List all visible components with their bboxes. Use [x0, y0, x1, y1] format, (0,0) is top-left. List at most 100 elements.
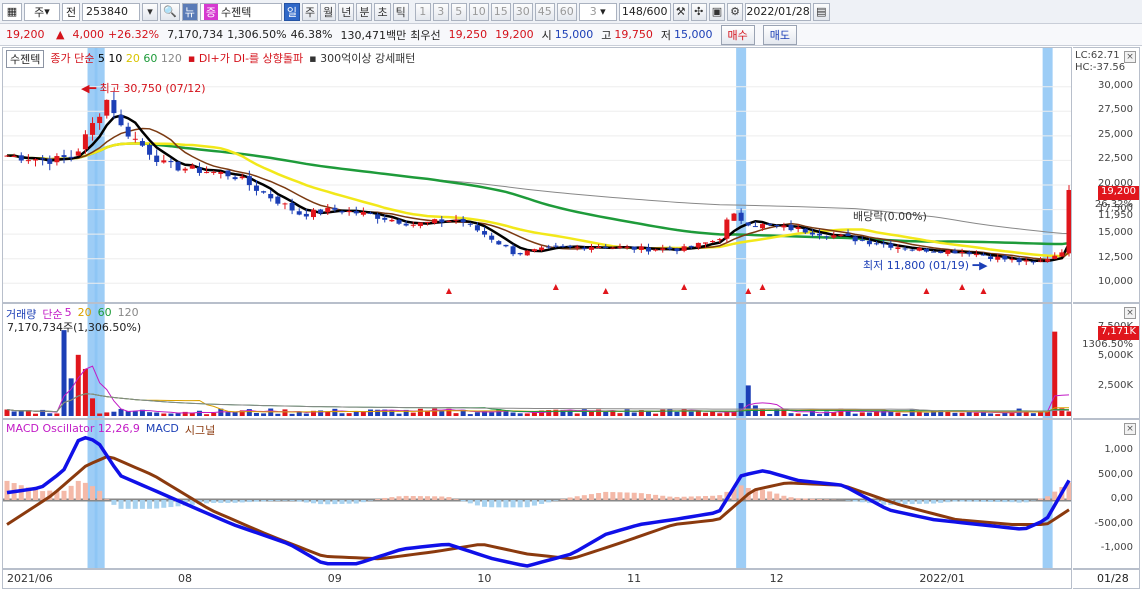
- price-change-pct: +26.32%: [107, 28, 160, 41]
- crosshair-icon[interactable]: ✣: [690, 2, 707, 21]
- macd-osc-bar: [318, 500, 324, 505]
- candle-body: [731, 213, 737, 221]
- candle-body: [931, 251, 937, 253]
- stock-list-icon[interactable]: 뉴: [181, 2, 198, 21]
- volume-bar: [923, 412, 929, 416]
- macd-osc-bar: [638, 493, 644, 500]
- trade-amount: 130,471백만: [340, 28, 407, 42]
- macd-osc-bar: [104, 499, 110, 500]
- candle-body: [745, 222, 751, 226]
- macd-tick-2: 0,00: [1110, 493, 1133, 504]
- macd-osc-bar: [289, 500, 295, 501]
- volume-panel-close-icon[interactable]: ×: [1124, 307, 1136, 319]
- candle-body: [196, 167, 202, 173]
- prev-price-tick: 11,950: [1098, 209, 1133, 221]
- volume-bar: [47, 413, 53, 416]
- candle-body: [1016, 258, 1022, 263]
- macd-chart-panel[interactable]: MACD Oscillator 12,26,9 MACD 시그널: [2, 419, 1072, 569]
- interval-3[interactable]: 3: [432, 2, 449, 21]
- vol-tick-1: 2,500K: [1097, 379, 1133, 391]
- candle-body: [253, 185, 259, 191]
- save-icon[interactable]: ▣: [708, 2, 726, 21]
- interval-30[interactable]: 30: [512, 2, 533, 21]
- macd-osc-bar: [702, 496, 708, 500]
- ask-price: 19,250: [448, 28, 488, 41]
- last-volume-pct: 1306.50%: [1082, 338, 1133, 350]
- period-tab-minute[interactable]: 분: [356, 2, 373, 21]
- sell-button[interactable]: 매도: [762, 24, 797, 45]
- macd-osc-bar: [68, 485, 74, 500]
- chart-settings-icon[interactable]: ⚒: [672, 2, 689, 21]
- volume-bar: [4, 409, 10, 416]
- candle-body: [588, 247, 594, 250]
- vol-highlight-band-2: [736, 304, 747, 418]
- chart-title[interactable]: 수젠텍: [6, 50, 45, 68]
- candle-body: [474, 225, 480, 231]
- candle-body: [204, 172, 210, 174]
- period-tab-day[interactable]: 일: [283, 2, 300, 21]
- candle-body: [168, 161, 174, 163]
- macd-osc-bar: [360, 500, 366, 503]
- search-icon[interactable]: 🔍: [160, 2, 180, 21]
- interval-5[interactable]: 5: [450, 2, 467, 21]
- gear-icon[interactable]: ⚙: [727, 2, 744, 21]
- candle-body: [232, 177, 238, 180]
- candle-body: [695, 242, 701, 248]
- macd-osc-bar: [310, 500, 316, 504]
- prev-button[interactable]: 전: [62, 2, 80, 21]
- candle-body: [54, 156, 60, 163]
- volume-bar: [895, 412, 901, 416]
- interval-45[interactable]: 45: [534, 2, 555, 21]
- candle-body: [524, 250, 530, 256]
- volume-chart-panel[interactable]: 거래량 단순 5 20 60 120 7,170,734주(1,306.50%): [2, 303, 1072, 419]
- macd-osc-bar: [945, 500, 951, 503]
- interval-1[interactable]: 1: [414, 2, 431, 21]
- macd-osc-bar: [852, 500, 858, 502]
- volume-bar: [831, 412, 837, 416]
- macd-osc-bar: [574, 496, 580, 500]
- macd-osc-bar: [253, 500, 259, 502]
- macd-panel-close-icon[interactable]: ×: [1124, 423, 1136, 435]
- interval-10[interactable]: 10: [468, 2, 489, 21]
- volume-bar: [253, 412, 259, 416]
- volume-bar: [154, 412, 160, 416]
- page-count-field[interactable]: 148/600: [618, 2, 671, 21]
- volume-bar: [303, 413, 309, 416]
- price-axis: LC:62.71 HC:-37.56 × 30,000 27,500 25,000 2…: [1073, 47, 1140, 303]
- period-tab-second[interactable]: 초: [374, 2, 391, 21]
- volume-bar: [339, 413, 345, 416]
- candle-body: [988, 256, 994, 259]
- candle-body: [881, 243, 887, 245]
- ma60-line: [6, 142, 1070, 246]
- date-field[interactable]: 2022/01/28: [745, 2, 812, 21]
- interval-15[interactable]: 15: [490, 2, 511, 21]
- period-tab-tick[interactable]: 틱: [392, 2, 409, 21]
- period-select[interactable]: 주 ▾: [24, 2, 60, 21]
- candle-body: [1066, 189, 1071, 254]
- macd-osc-bar: [510, 500, 516, 508]
- panel-close-icon[interactable]: ×: [1124, 51, 1136, 63]
- macd-osc-bar: [802, 498, 808, 500]
- macd-osc-bar: [467, 500, 473, 504]
- stock-code-input[interactable]: 253840: [82, 2, 140, 21]
- dropdown-icon[interactable]: ▾: [142, 2, 158, 21]
- candle-body: [75, 151, 81, 156]
- candle-body: [859, 239, 865, 241]
- stock-name-field[interactable]: 증 수젠텍: [199, 2, 282, 21]
- interval-60[interactable]: 60: [556, 2, 577, 21]
- volume-bar: [325, 411, 331, 416]
- macd-osc-bar: [995, 500, 1001, 503]
- volume-bar: [717, 413, 723, 416]
- price-chart-panel[interactable]: 수젠텍 종가 단순 5 10 20 60 120 ▪ DI+가 DI-를 상향돌…: [2, 47, 1072, 303]
- candle-body: [161, 160, 167, 163]
- ma120-label: 120: [160, 52, 182, 65]
- menu-icon[interactable]: ▦: [2, 2, 22, 21]
- macd-osc-bar: [695, 496, 701, 500]
- calendar-icon[interactable]: ▤: [813, 2, 830, 21]
- buy-button[interactable]: 매수: [720, 24, 755, 45]
- period-tab-week[interactable]: 주: [301, 2, 319, 21]
- volume-bar: [275, 413, 281, 416]
- period-tab-month[interactable]: 월: [320, 2, 337, 21]
- count-select[interactable]: 3 ▾: [578, 2, 617, 21]
- period-tab-year[interactable]: 년: [338, 2, 355, 21]
